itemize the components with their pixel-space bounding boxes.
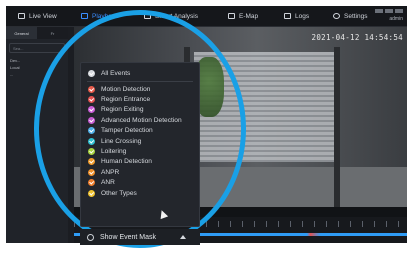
- panel-tabs: General Fr: [6, 27, 68, 39]
- check-icon: [88, 148, 95, 156]
- nav-emap-label: E-Map: [239, 12, 259, 20]
- menu-item-label: Region Exiting: [101, 106, 144, 114]
- menu-item-event-type[interactable]: Motion Detection: [81, 84, 199, 94]
- menu-item-event-type[interactable]: ANR: [81, 178, 199, 188]
- menu-item-label: ANPR: [101, 168, 120, 176]
- divider: [87, 81, 193, 82]
- nav-emap[interactable]: E-Map: [228, 6, 258, 26]
- show-event-mask-toggle[interactable]: Show Event Mask: [80, 229, 200, 245]
- top-navigation: Live View Playback Smart Analysis E-Map …: [6, 6, 407, 27]
- event-type-list: Motion Detection Region Entrance Region Ex…: [81, 84, 199, 198]
- menu-item-label: Tamper Detection: [101, 127, 153, 135]
- status-icon: [375, 9, 383, 13]
- nav-live-view[interactable]: Live View: [18, 6, 57, 26]
- check-icon: [88, 96, 95, 104]
- menu-item-event-type[interactable]: Loitering: [81, 146, 199, 156]
- menu-item-event-type[interactable]: Other Types: [81, 188, 199, 198]
- tab-secondary[interactable]: Fr: [37, 27, 68, 39]
- playback-icon: [81, 13, 88, 19]
- check-icon: [88, 189, 95, 197]
- menu-item-event-type[interactable]: Advanced Motion Detection: [81, 115, 199, 125]
- menu-item-label: Region Entrance: [101, 96, 151, 104]
- toggle-icon[interactable]: [87, 233, 94, 241]
- check-icon: [88, 69, 95, 77]
- menu-item-label: Other Types: [101, 189, 137, 197]
- menu-item-all-events[interactable]: All Events: [81, 67, 199, 79]
- search-input[interactable]: Sea...: [9, 43, 65, 53]
- menu-item-label: ANR: [101, 179, 115, 187]
- status-indicators: [375, 9, 403, 13]
- nav-logs-label: Logs: [295, 12, 310, 20]
- user-name[interactable]: admin: [389, 16, 403, 22]
- check-icon: [88, 116, 95, 124]
- menu-item-event-type[interactable]: Region Entrance: [81, 94, 199, 104]
- menu-item-event-type[interactable]: Region Exiting: [81, 105, 199, 115]
- menu-item-label: Line Crossing: [101, 137, 142, 145]
- check-icon: [88, 158, 95, 166]
- log-icon: [284, 13, 291, 19]
- video-scene-frame: [334, 47, 340, 207]
- check-icon: [88, 85, 95, 93]
- status-icon: [395, 9, 403, 13]
- event-filter-menu: All Events Motion Detection Region Entran…: [80, 62, 200, 227]
- monitor-icon: [18, 13, 25, 19]
- menu-item-label: Motion Detection: [101, 85, 151, 93]
- check-icon: [88, 127, 95, 135]
- nav-settings[interactable]: Settings: [333, 6, 368, 26]
- map-icon: [228, 13, 235, 19]
- menu-item-label: Advanced Motion Detection: [101, 116, 182, 124]
- menu-item-label: All Events: [101, 69, 131, 77]
- menu-item-event-type[interactable]: ANPR: [81, 167, 199, 177]
- tab-general[interactable]: General: [6, 27, 37, 39]
- check-icon: [88, 168, 95, 176]
- nav-live-view-label: Live View: [29, 12, 57, 20]
- video-timestamp: 2021-04-12 14:54:54: [311, 33, 403, 42]
- menu-item-event-type[interactable]: Line Crossing: [81, 136, 199, 146]
- gear-icon: [333, 13, 340, 19]
- check-icon: [88, 106, 95, 114]
- show-event-mask-label: Show Event Mask: [100, 233, 157, 241]
- chevron-up-icon[interactable]: [180, 235, 186, 239]
- nav-logs[interactable]: Logs: [284, 6, 309, 26]
- menu-item-label: Loitering: [101, 148, 127, 156]
- check-icon: [88, 137, 95, 145]
- menu-item-label: Human Detection: [101, 158, 152, 166]
- status-icon: [385, 9, 393, 13]
- check-icon: [88, 179, 95, 187]
- menu-item-event-type[interactable]: Human Detection: [81, 157, 199, 167]
- menu-item-event-type[interactable]: Tamper Detection: [81, 126, 199, 136]
- nav-settings-label: Settings: [344, 12, 368, 20]
